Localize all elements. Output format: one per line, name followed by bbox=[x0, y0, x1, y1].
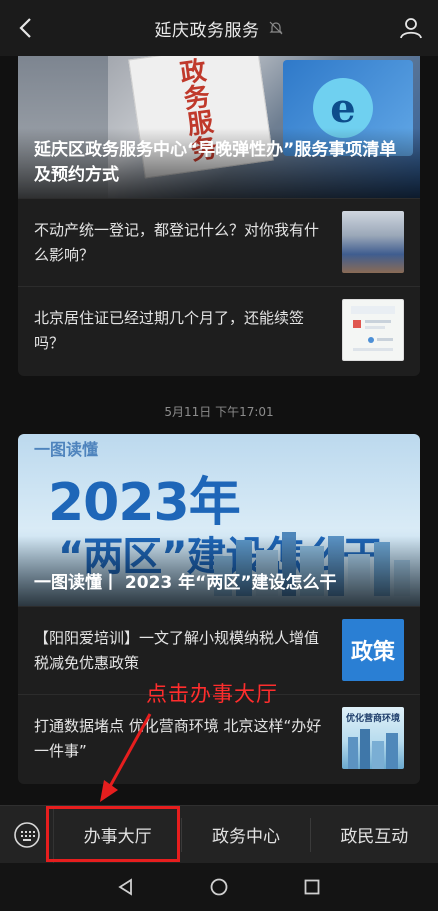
hero-article-1[interactable]: 政务服务 e 延庆区政务服务中心“早晚弹性办”服务事项清单及预约方式 bbox=[18, 56, 420, 198]
triangle-back-icon[interactable] bbox=[116, 877, 136, 897]
system-navigation-bar bbox=[0, 863, 438, 911]
back-button[interactable] bbox=[10, 12, 40, 44]
list-item[interactable]: 北京居住证已经过期几个月了，还能续签吗？ bbox=[18, 286, 420, 374]
list-item-title: 不动产统一登记，都登记什么？对你我有什么影响？ bbox=[34, 220, 320, 264]
hero-article-2[interactable]: 一图读懂 2023年 “两区”建设怎么干 一图读懂丨 2023 年“两区”建设怎… bbox=[18, 434, 420, 606]
thumbnail-image: 优化营商环境 bbox=[342, 707, 404, 769]
annotation-text: 点击办事大厅 bbox=[146, 682, 278, 706]
thumbnail-image: 政策 bbox=[342, 619, 404, 681]
circle-home-icon[interactable] bbox=[209, 877, 229, 897]
thumbnail-label: 优化营商环境 bbox=[346, 714, 401, 724]
article-card-2: 一图读懂 2023年 “两区”建设怎么干 一图读懂丨 2023 年“两区”建设怎… bbox=[18, 434, 420, 784]
top-navigation-bar: 延庆政务服务 bbox=[0, 0, 438, 56]
title-group: 延庆政务服务 bbox=[155, 16, 284, 41]
list-item-title: 打通数据堵点 优化营商环境 北京这样“办好一件事” bbox=[34, 716, 322, 760]
list-item-title: 北京居住证已经过期几个月了，还能续签吗？ bbox=[34, 308, 305, 352]
menu-item-government-center[interactable]: 政务中心 bbox=[182, 806, 309, 864]
bell-off-icon bbox=[269, 21, 282, 35]
thumbnail-image bbox=[342, 299, 404, 361]
profile-button[interactable] bbox=[396, 12, 426, 44]
hero-title: 一图读懂丨 2023 年“两区”建设怎么干 bbox=[34, 573, 337, 593]
hero-title: 延庆区政务服务中心“早晚弹性办”服务事项清单及预约方式 bbox=[34, 140, 397, 185]
list-item-title: 【阳阳爱培训】一文了解小规模纳税人增值税减免优惠政策 bbox=[34, 628, 320, 672]
square-recent-icon[interactable] bbox=[302, 877, 322, 897]
page-title: 延庆政务服务 bbox=[154, 20, 260, 41]
list-item[interactable]: 不动产统一登记，都登记什么？对你我有什么影响？ bbox=[18, 198, 420, 286]
phone-screenshot-graphic bbox=[351, 306, 395, 351]
menu-item-public-interaction[interactable]: 政民互动 bbox=[311, 806, 438, 864]
poster-line: 一图读懂 bbox=[34, 440, 99, 459]
article-card-1: 政务服务 e 延庆区政务服务中心“早晚弹性办”服务事项清单及预约方式 不动产统一… bbox=[18, 56, 420, 376]
chevron-left-icon bbox=[19, 18, 31, 38]
user-icon bbox=[400, 18, 422, 39]
keyboard-icon bbox=[13, 821, 40, 848]
thumbnail-image bbox=[342, 211, 404, 273]
message-timestamp: 5月11日 下午17:01 bbox=[164, 405, 274, 419]
annotation-highlight-box bbox=[46, 806, 180, 862]
